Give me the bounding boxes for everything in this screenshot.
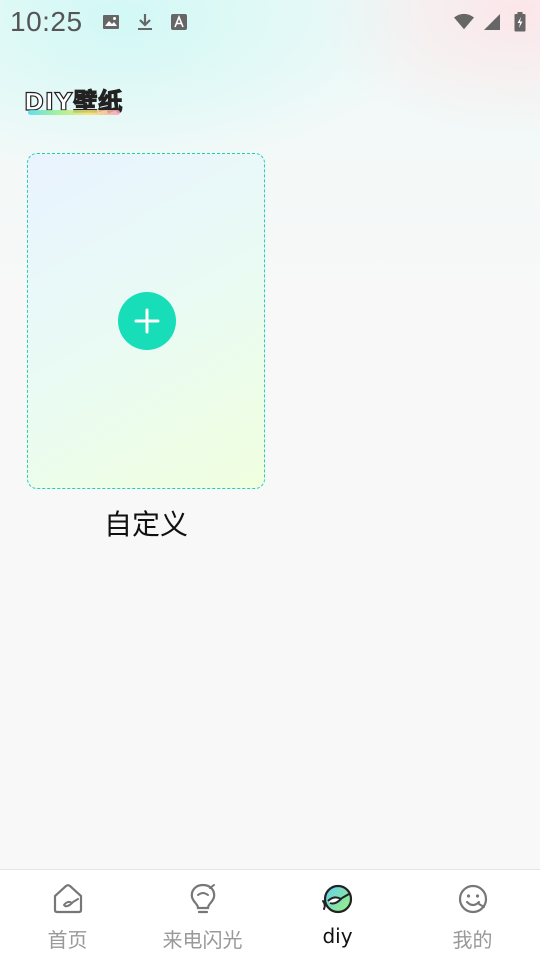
nav-item-call-flash[interactable]: 来电闪光 (135, 870, 270, 960)
diy-icon (321, 882, 355, 916)
nav-item-diy[interactable]: diy (270, 870, 405, 960)
custom-card-label: 自定义 (103, 508, 188, 541)
nav-label-call-flash: 来电闪光 (162, 928, 243, 952)
nav-label-mine: 我的 (452, 928, 493, 952)
status-icons-left (101, 12, 189, 32)
nav-item-home[interactable]: 首页 (0, 870, 135, 960)
smiley-icon (456, 882, 490, 916)
logo-underline (28, 110, 120, 115)
nav-label-home: 首页 (47, 928, 88, 952)
home-icon (51, 882, 85, 916)
image-icon (101, 12, 121, 32)
nav-label-diy: diy (322, 924, 353, 948)
custom-wallpaper-card[interactable] (27, 153, 265, 489)
bottom-navigation: 首页 来电闪光 diy 我的 (0, 869, 540, 960)
status-icons-right (454, 12, 530, 32)
plus-icon (134, 308, 160, 334)
status-bar: 10:25 (0, 0, 540, 44)
nav-item-mine[interactable]: 我的 (405, 870, 540, 960)
download-icon (135, 12, 155, 32)
status-time: 10:25 (10, 6, 83, 37)
bulb-icon (186, 882, 220, 916)
font-icon (169, 12, 189, 32)
wifi-icon (454, 12, 474, 32)
signal-icon (482, 12, 502, 32)
battery-icon (510, 12, 530, 32)
add-button[interactable] (118, 292, 176, 350)
